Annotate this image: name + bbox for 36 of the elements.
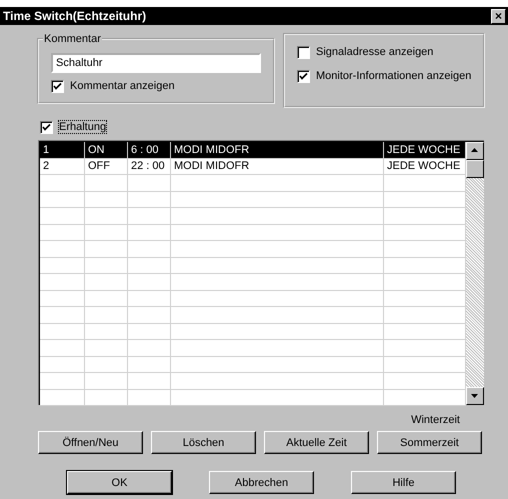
checkbox-label[interactable]: Signaladresse anzeigen (316, 46, 434, 58)
action-button[interactable]: Öffnen/Neu (38, 431, 143, 454)
checkbox[interactable] (297, 46, 310, 58)
comment-field[interactable]: Schaltuhr (51, 53, 261, 73)
window-title: Time Switch(Echtzeituhr) (3, 9, 146, 23)
scrollbar[interactable] (466, 142, 484, 405)
table-cell: MODI MIDOFR (170, 158, 384, 174)
checkbox-label[interactable]: Monitor-Informationen anzeigen (316, 70, 472, 82)
table-cell: JEDE WOCHE (384, 142, 466, 158)
dialog-button[interactable]: Hilfe (351, 471, 456, 494)
scroll-up-icon[interactable] (466, 142, 484, 160)
table-cell: MODI MIDOFR (170, 142, 384, 158)
checkbox[interactable] (297, 70, 310, 82)
dialog-button[interactable]: OK (67, 471, 172, 494)
table-cell: 22 : 00 (128, 158, 170, 174)
table-cell: 1 (40, 142, 84, 158)
checkbox[interactable] (51, 80, 64, 92)
group-label: Kommentar (43, 33, 102, 45)
table-cell: 6 : 00 (128, 142, 170, 158)
time-mode-label: Winterzeit (411, 414, 460, 426)
scroll-thumb[interactable] (466, 160, 484, 178)
checkbox-label[interactable]: Kommentar anzeigen (70, 80, 175, 92)
action-button[interactable]: Sommerzeit (377, 431, 482, 454)
checkbox[interactable] (40, 120, 53, 134)
table-cell: JEDE WOCHE (384, 158, 466, 174)
table-cell: ON (84, 142, 128, 158)
table-row[interactable]: 2 OFF 22 : 00 MODI MIDOFR JEDE WOCHE (40, 158, 466, 174)
table-cell: OFF (84, 158, 128, 174)
scroll-down-icon[interactable] (466, 387, 484, 405)
checkbox-label[interactable]: Erhaltung (59, 121, 106, 133)
action-button[interactable]: Löschen (151, 431, 256, 454)
action-button[interactable]: Aktuelle Zeit (264, 431, 369, 454)
table-row[interactable]: 1 ON 6 : 00 MODI MIDOFR JEDE WOCHE (40, 142, 466, 158)
close-button[interactable]: × (491, 8, 506, 24)
dialog-button[interactable]: Abbrechen (209, 471, 314, 494)
table-cell: 2 (40, 158, 84, 174)
